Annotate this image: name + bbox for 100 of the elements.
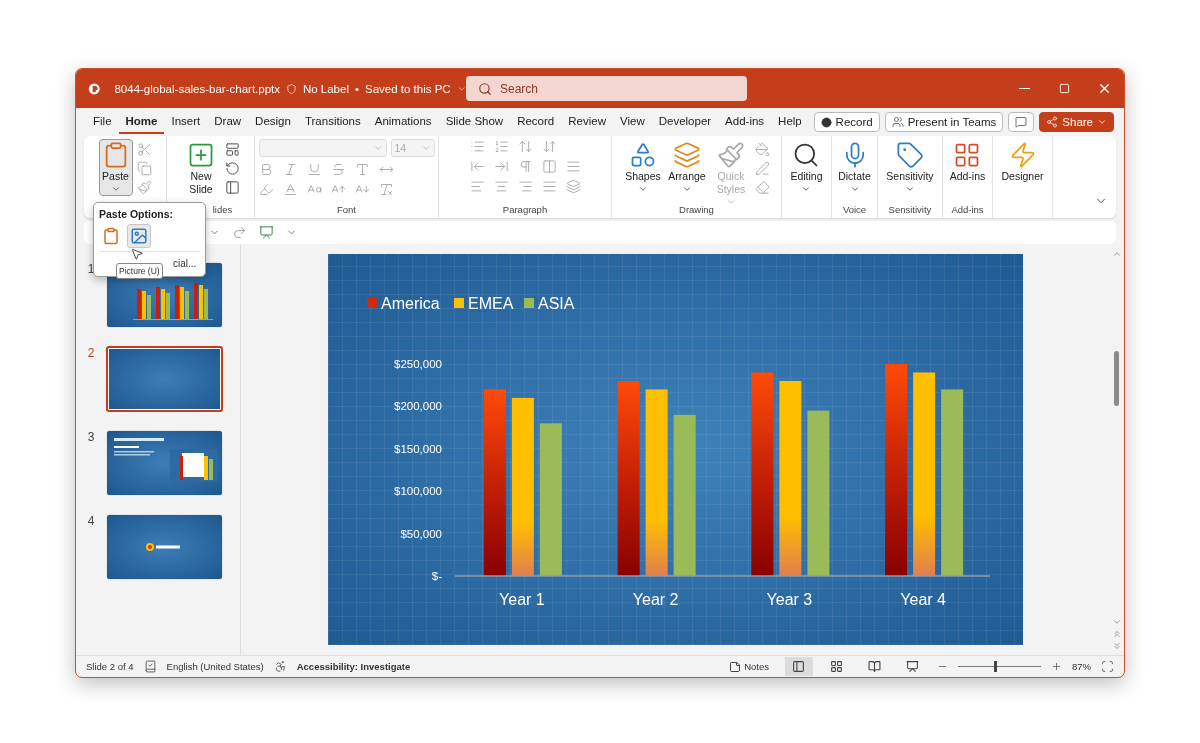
slide-number: 4 [86,514,96,528]
layout-icon[interactable] [225,142,240,157]
axis-tick-label: $200,000 [393,400,442,413]
section-icon[interactable] [225,180,240,195]
ribbon-button[interactable]: Paste [98,139,133,196]
ribbon-tab[interactable]: Transitions [297,110,368,134]
record-icon[interactable] [820,116,832,128]
reset-icon[interactable] [225,161,240,176]
caret-icon [905,184,915,194]
caret-icon [372,143,383,153]
teams-icon[interactable] [891,116,904,128]
axis-category-label: Year 3 [766,591,812,608]
axis-category-label: Year 4 [899,591,946,608]
record-button[interactable]: Record [813,112,880,132]
caret-icon [726,197,736,204]
separator-dot: • [354,82,359,95]
ribbon-tab[interactable]: Slide Show [438,110,511,134]
previous-slide-icon[interactable] [1111,629,1122,639]
search-icon [478,81,492,96]
comment-icon[interactable] [1015,116,1028,128]
ribbon-tab[interactable]: Animations [367,110,439,134]
zoom-percentage[interactable]: 87% [1072,661,1091,672]
mouse-cursor-icon [130,247,144,261]
shapes-icon[interactable] [629,141,657,169]
next-slide-icon[interactable] [1111,641,1122,651]
axis-tick-label: $250,000 [393,358,442,370]
ribbon-button[interactable]: Sensitivity [883,139,937,196]
ribbon-button[interactable]: Dictate [835,139,874,196]
ribbon-tab[interactable]: Review [561,110,613,134]
legend-label: ASIA [537,295,574,312]
tooltip: Picture (U) [116,263,163,279]
legend-label: America [380,295,440,312]
axis-category-label: Year 1 [498,591,545,608]
new-slide-icon[interactable] [187,141,215,169]
group-label: Voice [842,204,867,215]
caret-icon [801,184,812,194]
axis-tick-label: $- [431,570,442,582]
scrollbar-thumb[interactable] [1114,351,1119,406]
fit-slide-icon[interactable] [1101,660,1114,673]
redo-icon[interactable] [232,225,247,240]
ribbon-tab[interactable]: Home [118,110,165,134]
notes-icon [729,660,742,673]
accessibility-icon[interactable] [273,660,287,673]
group-label: Sensitivity [888,204,932,215]
ribbon-button[interactable]: Editing [787,139,826,196]
ribbon-tab[interactable]: Developer [651,110,719,134]
share-button[interactable]: Share [1039,112,1114,132]
tag-icon[interactable] [896,141,924,169]
spelling-icon[interactable] [143,660,157,673]
shield-icon [286,81,297,96]
arrange-icon[interactable] [673,141,701,169]
language-label[interactable]: English (United States) [166,661,264,672]
normal-view-icon [792,660,806,673]
font-name-field[interactable] [258,139,387,157]
menu-item[interactable]: cial... [173,258,200,269]
zoom-in-icon[interactable] [1051,661,1062,672]
ribbon-button[interactable]: Designer [998,139,1047,185]
sensitivity-label[interactable]: No Label [302,82,349,95]
ribbon-tab[interactable]: View [612,110,652,134]
caret-icon [110,184,121,194]
ribbon-tab[interactable]: Record [510,110,562,134]
ribbon-button[interactable]: Arrange [667,139,707,196]
scroll-up-icon[interactable] [1111,249,1122,259]
comments-button[interactable] [1008,112,1035,132]
axis-tick-label: $100,000 [393,485,442,498]
ribbon-tab[interactable]: Add-ins [718,110,772,134]
ribbon-tab[interactable]: Draw [207,110,249,134]
save-status[interactable]: Saved to this PC [365,82,451,95]
ribbon-button[interactable]: Shapes [623,139,663,196]
caret-icon [420,143,431,153]
search-field[interactable]: Search [466,76,747,101]
group-label: Add-ins [951,204,984,215]
image-icon [130,227,148,245]
zoom-thumb[interactable] [993,661,997,672]
slide-number: 2 [86,346,96,360]
ribbon-tab[interactable]: File [86,110,119,134]
scroll-down-icon[interactable] [1111,617,1122,627]
group-label: Font [337,204,356,215]
caret-icon [638,184,648,194]
view-button[interactable] [785,657,813,676]
ribbon-button[interactable]: Add-ins [946,139,989,185]
group-label: Drawing [679,204,714,215]
present-button[interactable]: Present in Teams [884,112,1004,132]
share-icon[interactable] [1046,116,1059,128]
ribbon-tab[interactable]: Insert [164,110,208,134]
presentation-icon[interactable] [259,225,274,240]
slide-number: 3 [86,430,96,444]
caret-icon [682,184,692,194]
ribbon-button[interactable]: New Slide [181,139,221,198]
clipboard-icon [102,227,120,245]
caret-icon [849,184,860,194]
notes-button[interactable]: Notes [723,659,775,674]
maximize-icon [1058,83,1070,94]
accessibility-status[interactable]: Accessibility: Investigate [296,661,411,672]
paste-option-button[interactable] [127,224,151,248]
axis-tick-label: $150,000 [393,442,442,455]
slide-thumbnail[interactable] [106,346,223,412]
ribbon-tab[interactable]: Design [248,110,298,134]
ribbon-tab[interactable]: Help [771,110,809,134]
slide-number: 1 [86,262,96,276]
